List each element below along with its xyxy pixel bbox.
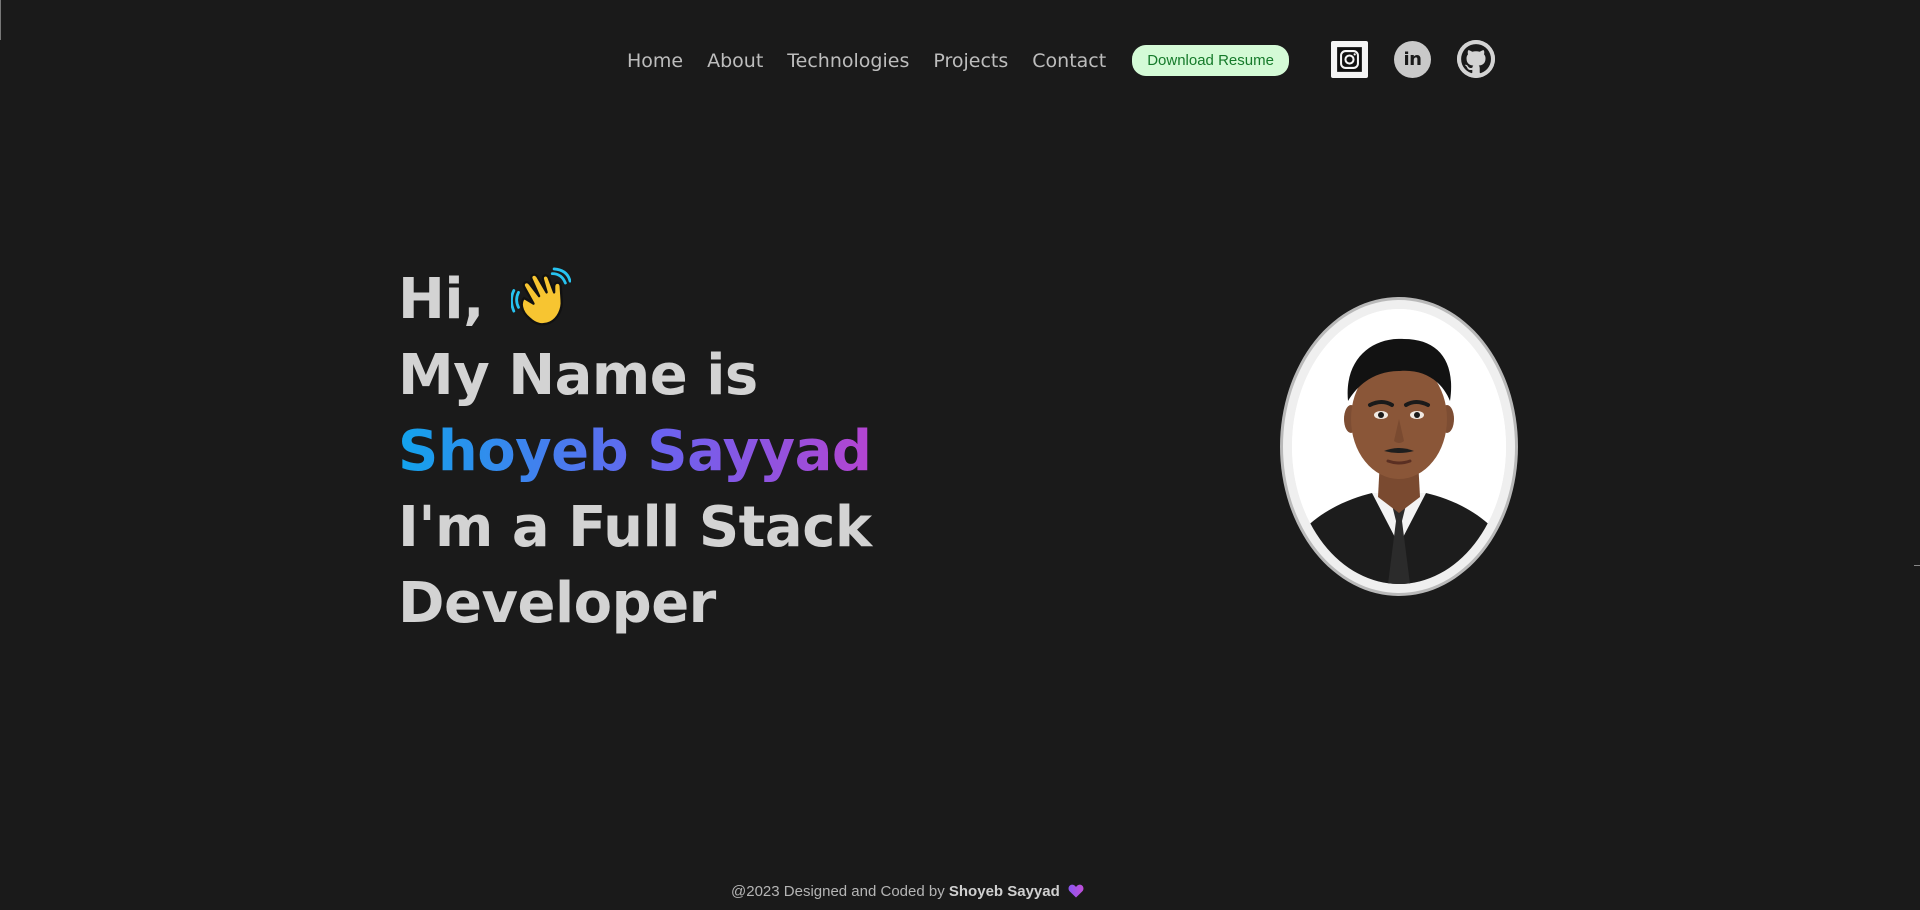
hero-role-line-2: Developer	[398, 571, 716, 636]
hero-greeting: Hi,	[398, 267, 484, 332]
left-edge-marker	[0, 0, 1, 40]
hero-name-line: Shoyeb Sayyad	[398, 414, 872, 490]
person-portrait-icon	[1292, 309, 1506, 584]
main-nav: Home About Technologies Projects Contact…	[627, 45, 1289, 76]
github-link[interactable]	[1457, 40, 1495, 78]
instagram-link[interactable]	[1331, 40, 1368, 78]
nav-about-link[interactable]: About	[707, 50, 763, 72]
linkedin-link[interactable]: in	[1394, 40, 1431, 78]
footer-prefix: @2023 Designed and Coded by	[731, 883, 945, 900]
instagram-icon	[1337, 46, 1362, 72]
heart-icon	[1068, 884, 1084, 898]
profile-photo	[1292, 309, 1506, 584]
profile-photo-frame	[1280, 297, 1518, 596]
nav-technologies-link[interactable]: Technologies	[787, 50, 909, 72]
social-links: in	[1331, 40, 1521, 78]
hero-intro-line: My Name is	[398, 343, 758, 408]
nav-projects-link[interactable]: Projects	[933, 50, 1008, 72]
hero-role-line-1: I'm a Full Stack	[398, 495, 872, 560]
github-icon	[1457, 40, 1495, 78]
nav-contact-link[interactable]: Contact	[1032, 50, 1106, 72]
hero-greeting-line: Hi,	[398, 262, 872, 338]
download-resume-button[interactable]: Download Resume	[1132, 45, 1289, 76]
right-edge-marker	[1914, 565, 1920, 566]
nav-home-link[interactable]: Home	[627, 50, 683, 72]
waving-hand-icon	[510, 267, 571, 326]
hero-heading: Hi, My Name is Shoyeb Sayyad I'm a Full …	[398, 262, 872, 642]
linkedin-icon: in	[1403, 48, 1422, 70]
hero-name: Shoyeb Sayyad	[398, 419, 872, 484]
footer-author: Shoyeb Sayyad	[948, 883, 1060, 900]
footer-credit: @2023 Designed and Coded by Shoyeb Sayya…	[731, 883, 1084, 900]
